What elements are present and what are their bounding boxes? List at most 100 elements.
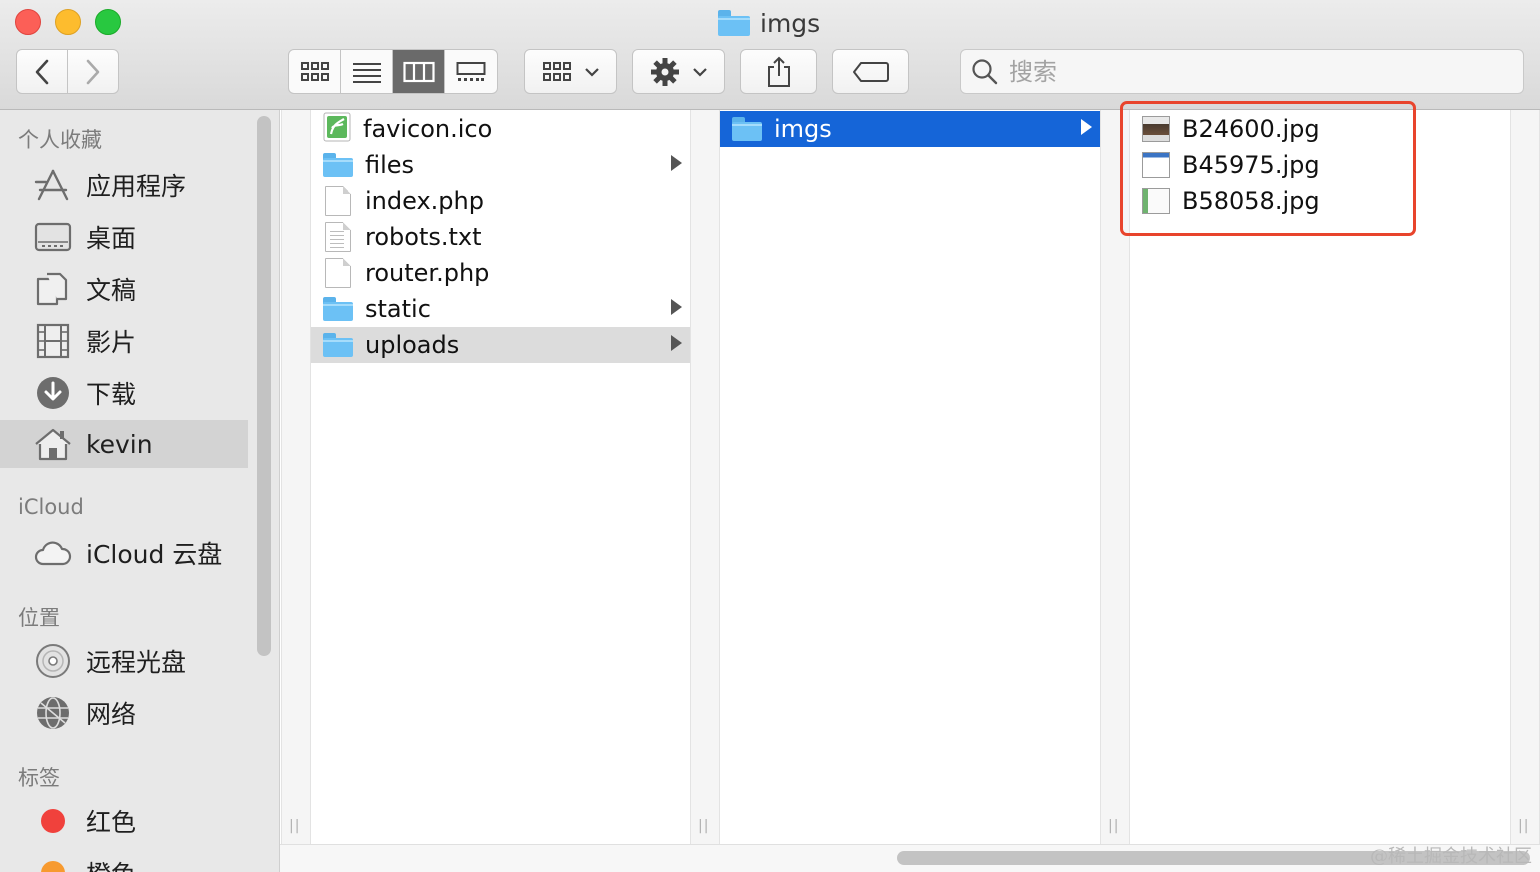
disc-icon [34, 642, 72, 680]
sidebar-item-home[interactable]: kevin [0, 420, 248, 468]
watermark: @稀土掘金技术社区 [1370, 846, 1532, 867]
browser-column-1: favicon.ico files index.php robots.txt r… [311, 110, 690, 844]
folder-row-selected[interactable]: imgs [720, 111, 1100, 147]
folder-row[interactable]: static [311, 291, 690, 327]
highlight-annotation-box [1120, 101, 1416, 236]
text-document-icon [323, 222, 353, 252]
sidebar-scrollbar[interactable] [257, 116, 271, 656]
file-row[interactable]: router.php [311, 255, 690, 291]
grid-icon [542, 61, 571, 81]
browser-column-2: imgs [720, 110, 1100, 844]
folder-icon [323, 297, 353, 321]
sidebar-item-documents[interactable]: 文稿 [0, 265, 248, 313]
column-separator[interactable]: || [1510, 110, 1540, 844]
sidebar-section-icloud: iCloud [18, 495, 84, 519]
group-button[interactable] [524, 49, 617, 94]
file-name: files [365, 151, 415, 179]
favicon-file-icon [323, 112, 351, 146]
grid-icon [300, 61, 329, 81]
download-icon [34, 374, 72, 412]
home-icon [34, 425, 72, 463]
forward-button[interactable] [68, 50, 119, 93]
network-icon [34, 694, 72, 732]
share-icon [767, 56, 790, 87]
sidebar-item-tag-red[interactable]: 红色 [0, 797, 248, 845]
file-name: router.php [365, 259, 490, 287]
sidebar-item-remote-disc[interactable]: 远程光盘 [0, 637, 248, 685]
window-title: imgs [718, 6, 820, 40]
applications-icon [34, 166, 72, 204]
sidebar-section-favorites: 个人收藏 [18, 128, 102, 152]
cloud-icon [34, 534, 72, 572]
list-icon [352, 62, 381, 83]
disclosure-arrow-icon [671, 155, 682, 171]
sidebar-item-label: 影片 [86, 328, 137, 357]
file-name: static [365, 295, 431, 323]
list-view-button[interactable] [341, 50, 393, 93]
sidebar-item-label: 橙色 [86, 855, 136, 872]
chevron-right-icon [86, 59, 100, 84]
gallery-icon [456, 61, 486, 81]
sidebar-item-label: iCloud 云盘 [86, 540, 223, 569]
sidebar-item-desktop[interactable]: 桌面 [0, 213, 248, 261]
sidebar-section-tags: 标签 [18, 766, 60, 790]
view-mode-control [288, 49, 498, 94]
icon-view-button[interactable] [289, 50, 341, 93]
sidebar-item-label: 远程光盘 [86, 648, 187, 677]
back-button[interactable] [17, 50, 68, 93]
file-row[interactable]: index.php [311, 183, 690, 219]
sidebar-item-label: 下载 [86, 380, 137, 409]
desktop-icon [34, 218, 72, 256]
sidebar-item-label: 应用程序 [86, 172, 187, 201]
document-icon [323, 186, 353, 216]
gear-icon [650, 57, 679, 86]
sidebar-item-label: 网络 [86, 700, 137, 729]
file-row[interactable]: robots.txt [311, 219, 690, 255]
folder-icon [323, 153, 353, 177]
gallery-view-button[interactable] [445, 50, 497, 93]
file-name: uploads [365, 331, 460, 359]
chevron-left-icon [35, 59, 49, 84]
sidebar-item-tag-orange[interactable]: 橙色 [0, 849, 248, 872]
tag-icon [852, 61, 889, 82]
folder-icon [718, 10, 750, 36]
column-separator[interactable]: || [281, 110, 311, 844]
disclosure-arrow-icon [671, 335, 682, 351]
navigation-buttons [16, 49, 119, 94]
sidebar-item-downloads[interactable]: 下载 [0, 369, 248, 417]
folder-row[interactable]: files [311, 147, 690, 183]
columns-icon [402, 61, 435, 82]
sidebar-item-movies[interactable]: 影片 [0, 317, 248, 365]
action-menu-button[interactable] [632, 49, 725, 94]
sidebar-item-label: 红色 [86, 808, 137, 837]
sidebar-item-icloud-drive[interactable]: iCloud 云盘 [0, 529, 248, 577]
file-name: index.php [365, 187, 484, 215]
sidebar-item-network[interactable]: 网络 [0, 689, 248, 737]
minimize-window-button[interactable] [55, 9, 81, 35]
sidebar: 个人收藏 应用程序 桌面 文稿 影片 下载 kevin iCloud iClou… [0, 110, 280, 872]
documents-icon [34, 270, 72, 308]
sidebar-item-label: kevin [86, 429, 153, 459]
sidebar-item-applications[interactable]: 应用程序 [0, 161, 248, 209]
film-icon [34, 322, 72, 360]
sidebar-item-label: 文稿 [86, 276, 137, 305]
zoom-window-button[interactable] [95, 9, 121, 35]
folder-row-selected[interactable]: uploads [311, 327, 690, 363]
column-view-button[interactable] [393, 50, 445, 93]
window-title-text: imgs [760, 8, 821, 38]
share-button[interactable] [740, 49, 817, 94]
orange-tag-dot-icon [34, 854, 72, 872]
search-field[interactable] [960, 49, 1524, 94]
column-separator[interactable]: || [690, 110, 720, 844]
folder-icon [323, 333, 353, 357]
sidebar-section-locations: 位置 [18, 606, 60, 630]
file-name: robots.txt [365, 223, 482, 251]
edit-tags-button[interactable] [832, 49, 909, 94]
close-window-button[interactable] [15, 9, 41, 35]
file-row[interactable]: favicon.ico [311, 111, 690, 147]
search-input[interactable] [1009, 57, 1489, 86]
red-tag-dot-icon [34, 802, 72, 840]
file-name: favicon.ico [363, 115, 493, 143]
disclosure-arrow-icon [1081, 119, 1092, 135]
search-icon [972, 58, 998, 84]
